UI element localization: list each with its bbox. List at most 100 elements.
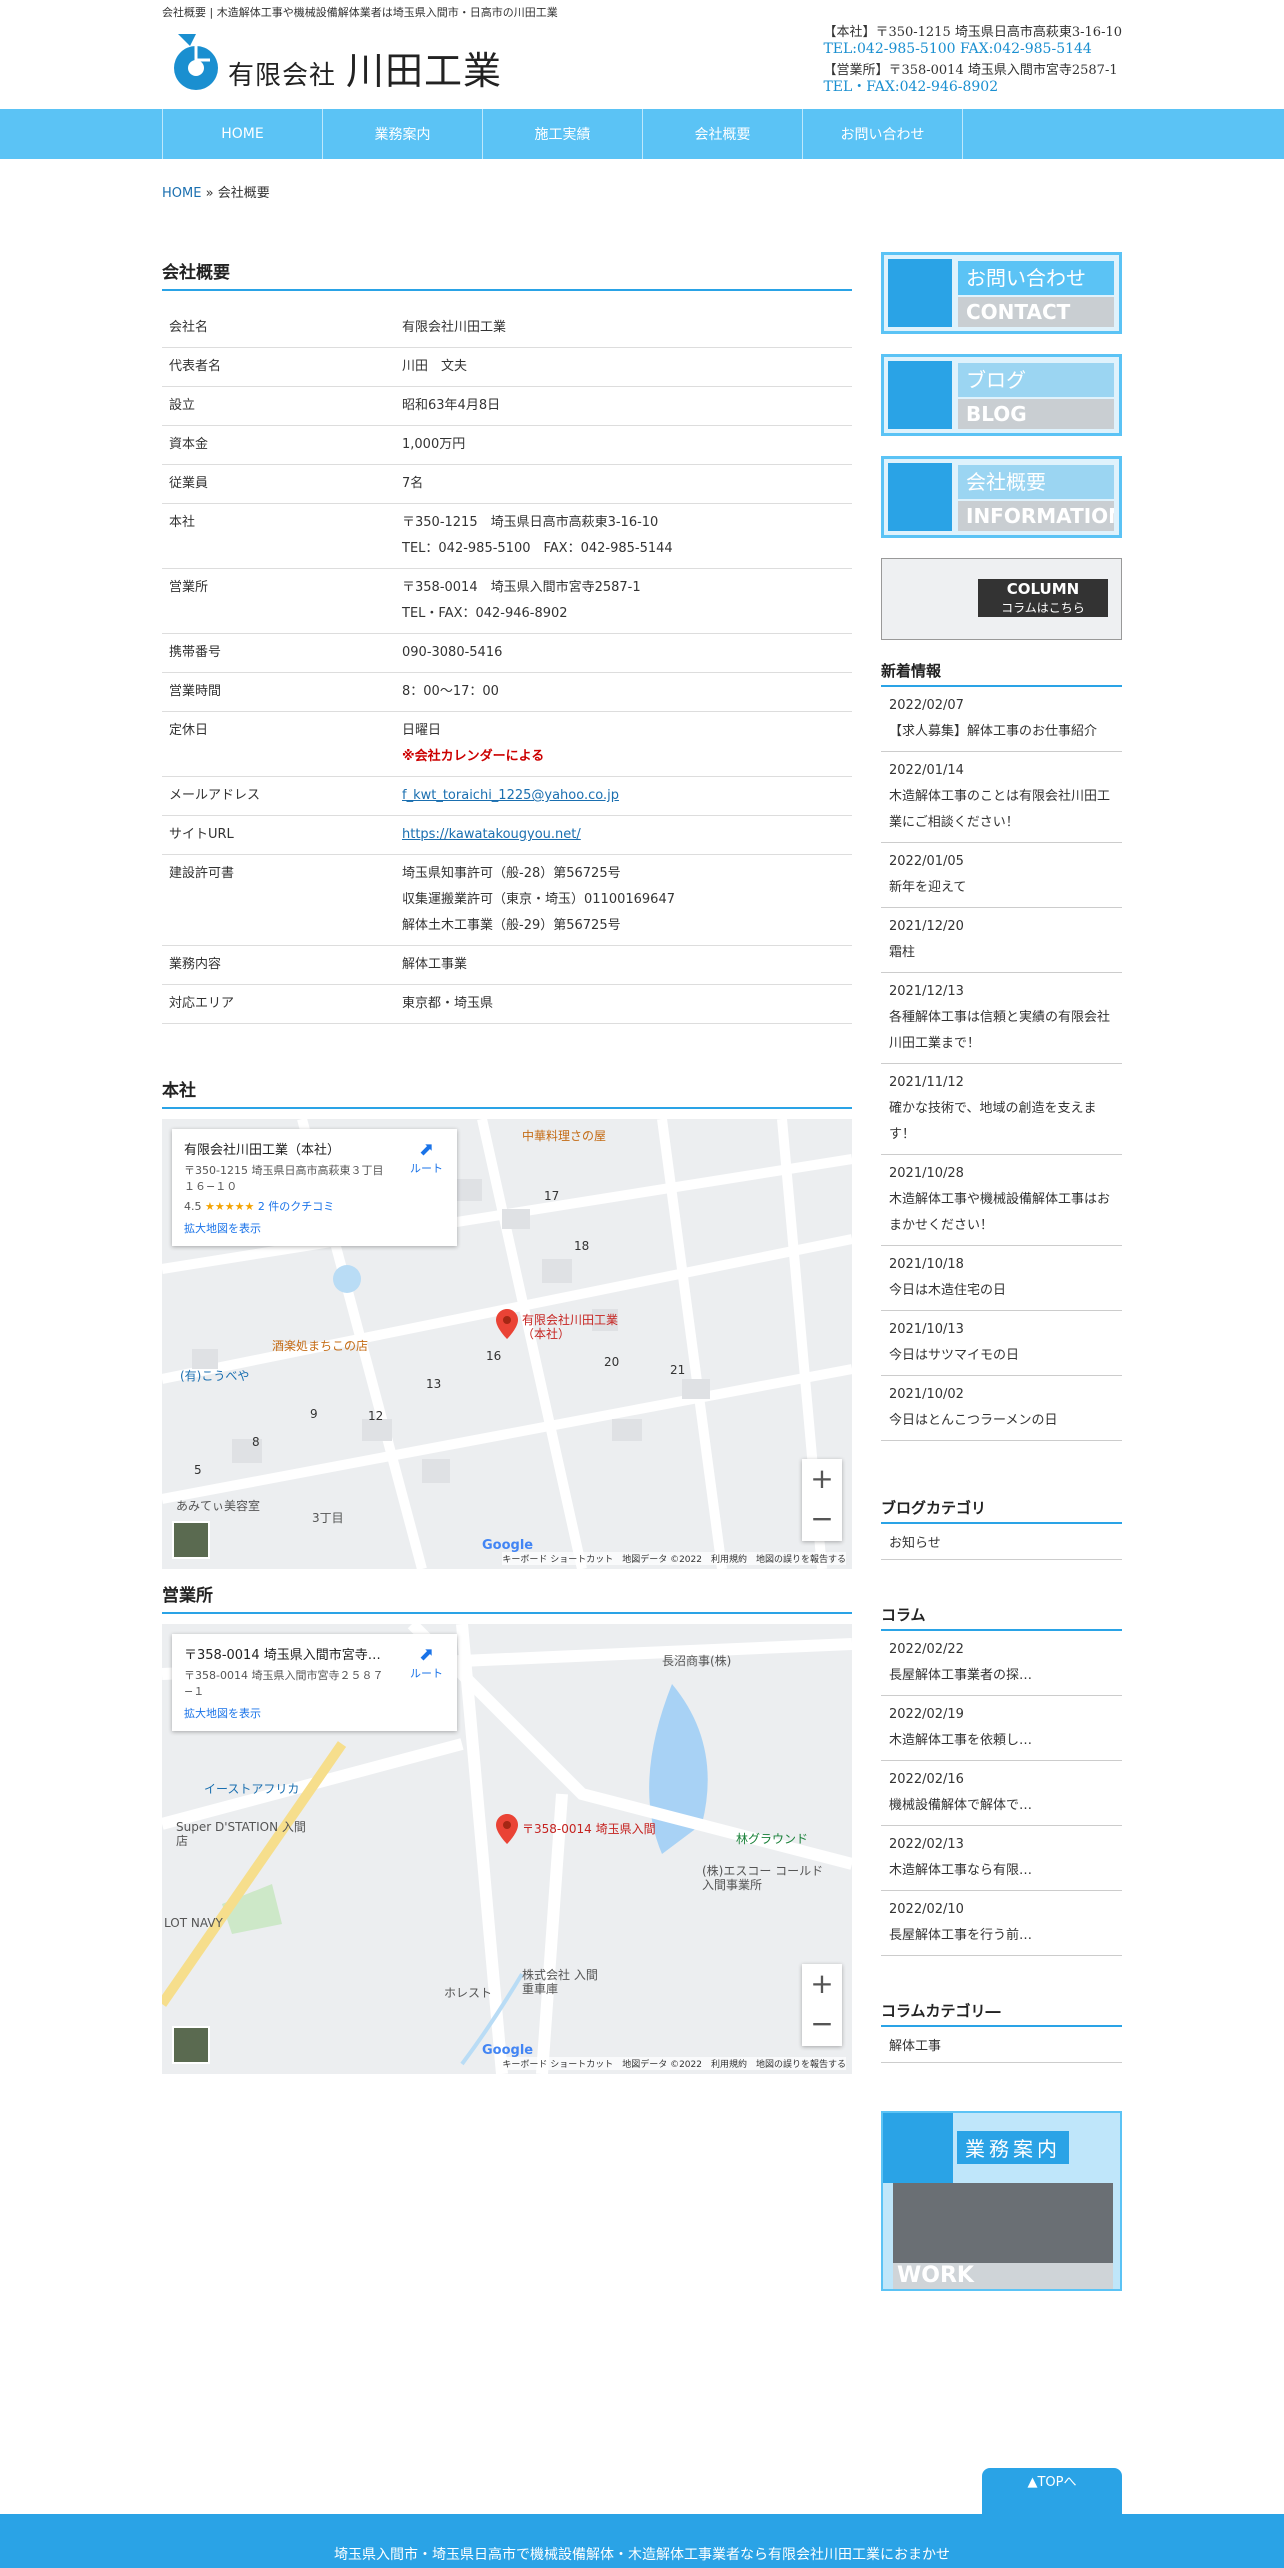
- google-logo: Google: [482, 1538, 534, 1553]
- column-text[interactable]: 機械設備解体で解体で…: [889, 1793, 1114, 1819]
- map-place: 長沼商事(株): [662, 1654, 732, 1668]
- column-banner[interactable]: コラムはこちら COLUMN: [881, 558, 1122, 640]
- page-title: 会社概要: [162, 258, 852, 291]
- news-text[interactable]: 今日はとんこつラーメンの日: [889, 1408, 1114, 1434]
- contact-banner[interactable]: お問い合わせ CONTACT: [881, 252, 1122, 334]
- news-text[interactable]: 木造解体工事や機械設備解体工事はおまかせください！: [889, 1187, 1114, 1239]
- news-text[interactable]: 各種解体工事は信頼と実績の有限会社川田工業まで！: [889, 1005, 1114, 1057]
- map-hq-route-button[interactable]: ⬈ ルート: [410, 1139, 443, 1176]
- office-tel[interactable]: TEL・FAX:042-946-8902: [823, 79, 1122, 96]
- news-item[interactable]: 2021/10/28 木造解体工事や機械設備解体工事はおまかせください！: [881, 1155, 1122, 1246]
- news-item[interactable]: 2021/12/20 霜柱: [881, 908, 1122, 973]
- info-row: メールアドレス f_kwt_toraichi_1225@yahoo.co.jp: [162, 776, 852, 816]
- hq-tel[interactable]: TEL:042-985-5100 FAX:042-985-5144: [823, 41, 1122, 58]
- news-date: 2021/12/13: [889, 984, 964, 999]
- map-office-route-button[interactable]: ⬈ ルート: [410, 1644, 443, 1681]
- info-row: 従業員 7名: [162, 464, 852, 504]
- news-item[interactable]: 2021/11/12 確かな技術で、地域の創造を支えます！: [881, 1064, 1122, 1155]
- zoom-out-button[interactable]: −: [802, 1499, 842, 1539]
- map-office-footer[interactable]: キーボード ショートカット 地図データ ©2022 利用規約 地図の誤りを報告す…: [502, 2057, 846, 2070]
- nav-contact[interactable]: お問い合わせ: [803, 109, 963, 159]
- info-line: 解体土木工事業（般-29）第56725号: [402, 918, 621, 933]
- news-text[interactable]: 今日はサツマイモの日: [889, 1343, 1114, 1369]
- map-block: 17: [544, 1189, 560, 1203]
- map-hq-enlarge-link[interactable]: 拡大地図を表示: [184, 1220, 445, 1236]
- map-hq[interactable]: 有限会社川田工業（本社） 〒350-1215 埼玉県日高市高萩東３丁目１６−１０…: [162, 1119, 852, 1569]
- information-banner[interactable]: 会社概要 INFORMATION: [881, 456, 1122, 538]
- news-item[interactable]: 2021/12/13 各種解体工事は信頼と実績の有限会社川田工業まで！: [881, 973, 1122, 1064]
- info-line: 8：00～17：00: [402, 684, 499, 699]
- blog-banner[interactable]: ブログ BLOG: [881, 354, 1122, 436]
- blogcat-item[interactable]: お知らせ: [881, 1524, 1122, 1560]
- column-item[interactable]: 2022/02/13 木造解体工事なら有限…: [881, 1826, 1122, 1891]
- info-row: 営業時間 8：00～17：00: [162, 672, 852, 712]
- map-office-enlarge-link[interactable]: 拡大地図を表示: [184, 1705, 445, 1721]
- info-row: 会社名 有限会社川田工業: [162, 309, 852, 348]
- map-office[interactable]: 〒358-0014 埼玉県入間市宮寺… 〒358-0014 埼玉県入間市宮寺２５…: [162, 1624, 852, 2074]
- zoom-in-button[interactable]: +: [802, 1964, 842, 2004]
- map-hq-card-address: 〒350-1215 埼玉県日高市高萩東３丁目１６−１０: [184, 1164, 384, 1193]
- news-date: 2022/02/07: [889, 698, 964, 713]
- excavator-icon: [883, 2113, 953, 2183]
- breadcrumb-home[interactable]: HOME: [162, 186, 201, 201]
- map-place: ホレスト: [444, 1986, 493, 2000]
- info-row: 定休日 日曜日 ※会社カレンダーによる: [162, 711, 852, 777]
- news-item[interactable]: 2022/02/07 【求人募集】解体工事のお仕事紹介: [881, 687, 1122, 752]
- colcat-item[interactable]: 解体工事: [881, 2027, 1122, 2063]
- satellite-toggle[interactable]: [172, 2026, 210, 2064]
- nav-services[interactable]: 業務案内: [323, 109, 483, 159]
- column-text[interactable]: 木造解体工事を依頼し…: [889, 1728, 1114, 1754]
- zoom-out-button[interactable]: −: [802, 2004, 842, 2044]
- location-pin-icon[interactable]: [496, 1309, 518, 1339]
- nav-works[interactable]: 施工実績: [483, 109, 643, 159]
- news-item[interactable]: 2021/10/02 今日はとんこつラーメンの日: [881, 1376, 1122, 1441]
- news-text[interactable]: 新年を迎えて: [889, 875, 1114, 901]
- column-text[interactable]: 木造解体工事なら有限…: [889, 1858, 1114, 1884]
- back-to-top-button[interactable]: ▲TOPへ: [982, 2468, 1122, 2516]
- news-date: 2021/10/18: [889, 1257, 964, 1272]
- news-text[interactable]: 霜柱: [889, 940, 1114, 966]
- footer-link[interactable]: 埼玉県入間市・埼玉県日高市で機械設備解体・木造解体工事業者なら有限会社川田工業に…: [334, 2547, 950, 2563]
- info-line: 〒350-1215 埼玉県日高市高萩東3-16-10: [402, 515, 659, 530]
- column-item[interactable]: 2022/02/10 長屋解体工事を行う前…: [881, 1891, 1122, 1956]
- news-item[interactable]: 2022/01/14 木造解体工事のことは有限会社川田工業にご相談ください！: [881, 752, 1122, 843]
- news-text[interactable]: 【求人募集】解体工事のお仕事紹介: [889, 719, 1114, 745]
- info-row: サイトURL https://kawatakougyou.net/: [162, 815, 852, 855]
- info-label: 資本金: [162, 425, 395, 465]
- banner-jp: 会社概要: [958, 465, 1114, 499]
- location-pin-icon[interactable]: [496, 1814, 518, 1844]
- news-text[interactable]: 確かな技術で、地域の創造を支えます！: [889, 1096, 1114, 1148]
- info-label: 対応エリア: [162, 984, 395, 1024]
- column-item[interactable]: 2022/02/19 木造解体工事を依頼し…: [881, 1696, 1122, 1761]
- map-block: 8: [252, 1435, 260, 1449]
- info-label: 代表者名: [162, 347, 395, 387]
- info-link[interactable]: https://kawatakougyou.net/: [402, 822, 845, 848]
- map-office-card-address: 〒358-0014 埼玉県入間市宮寺２５８７−１: [184, 1669, 384, 1698]
- banner-en: INFORMATION: [958, 501, 1114, 531]
- site-logo[interactable]: 有限会社 川田工業: [170, 28, 570, 93]
- column-text[interactable]: 長屋解体工事を行う前…: [889, 1923, 1114, 1949]
- nav-home[interactable]: HOME: [163, 109, 323, 159]
- news-date: 2021/11/12: [889, 1075, 964, 1090]
- map-place: あみてぃ美容室: [176, 1499, 261, 1513]
- info-link[interactable]: f_kwt_toraichi_1225@yahoo.co.jp: [402, 783, 845, 809]
- banner-jp: コラムはこちら: [978, 599, 1108, 617]
- nav-company[interactable]: 会社概要: [643, 109, 803, 159]
- breadcrumb: HOME » 会社概要: [162, 182, 270, 201]
- news-text[interactable]: 今日は木造住宅の日: [889, 1278, 1114, 1304]
- zoom-in-button[interactable]: +: [802, 1459, 842, 1499]
- global-nav: HOME 業務案内 施工実績 会社概要 お問い合わせ: [0, 109, 1284, 159]
- column-text[interactable]: 長屋解体工事業者の探…: [889, 1663, 1114, 1689]
- map-hq-reviews[interactable]: 2 件のクチコミ: [258, 1200, 335, 1213]
- site-footer: 埼玉県入間市・埼玉県日高市で機械設備解体・木造解体工事業者なら有限会社川田工業に…: [0, 2514, 1284, 2568]
- news-item[interactable]: 2021/10/18 今日は木造住宅の日: [881, 1246, 1122, 1311]
- work-banner[interactable]: 業務案内 WORK: [881, 2111, 1122, 2291]
- news-text[interactable]: 木造解体工事のことは有限会社川田工業にご相談ください！: [889, 784, 1114, 836]
- map-hq-footer[interactable]: キーボード ショートカット 地図データ ©2022 利用規約 地図の誤りを報告す…: [502, 1552, 846, 1565]
- column-item[interactable]: 2022/02/16 機械設備解体で解体で…: [881, 1761, 1122, 1826]
- news-item[interactable]: 2022/01/05 新年を迎えて: [881, 843, 1122, 908]
- column-item[interactable]: 2022/02/22 長屋解体工事業者の探…: [881, 1631, 1122, 1696]
- news-item[interactable]: 2021/10/13 今日はサツマイモの日: [881, 1311, 1122, 1376]
- info-line: TEL・FAX：042-946-8902: [402, 606, 568, 621]
- satellite-toggle[interactable]: [172, 1521, 210, 1559]
